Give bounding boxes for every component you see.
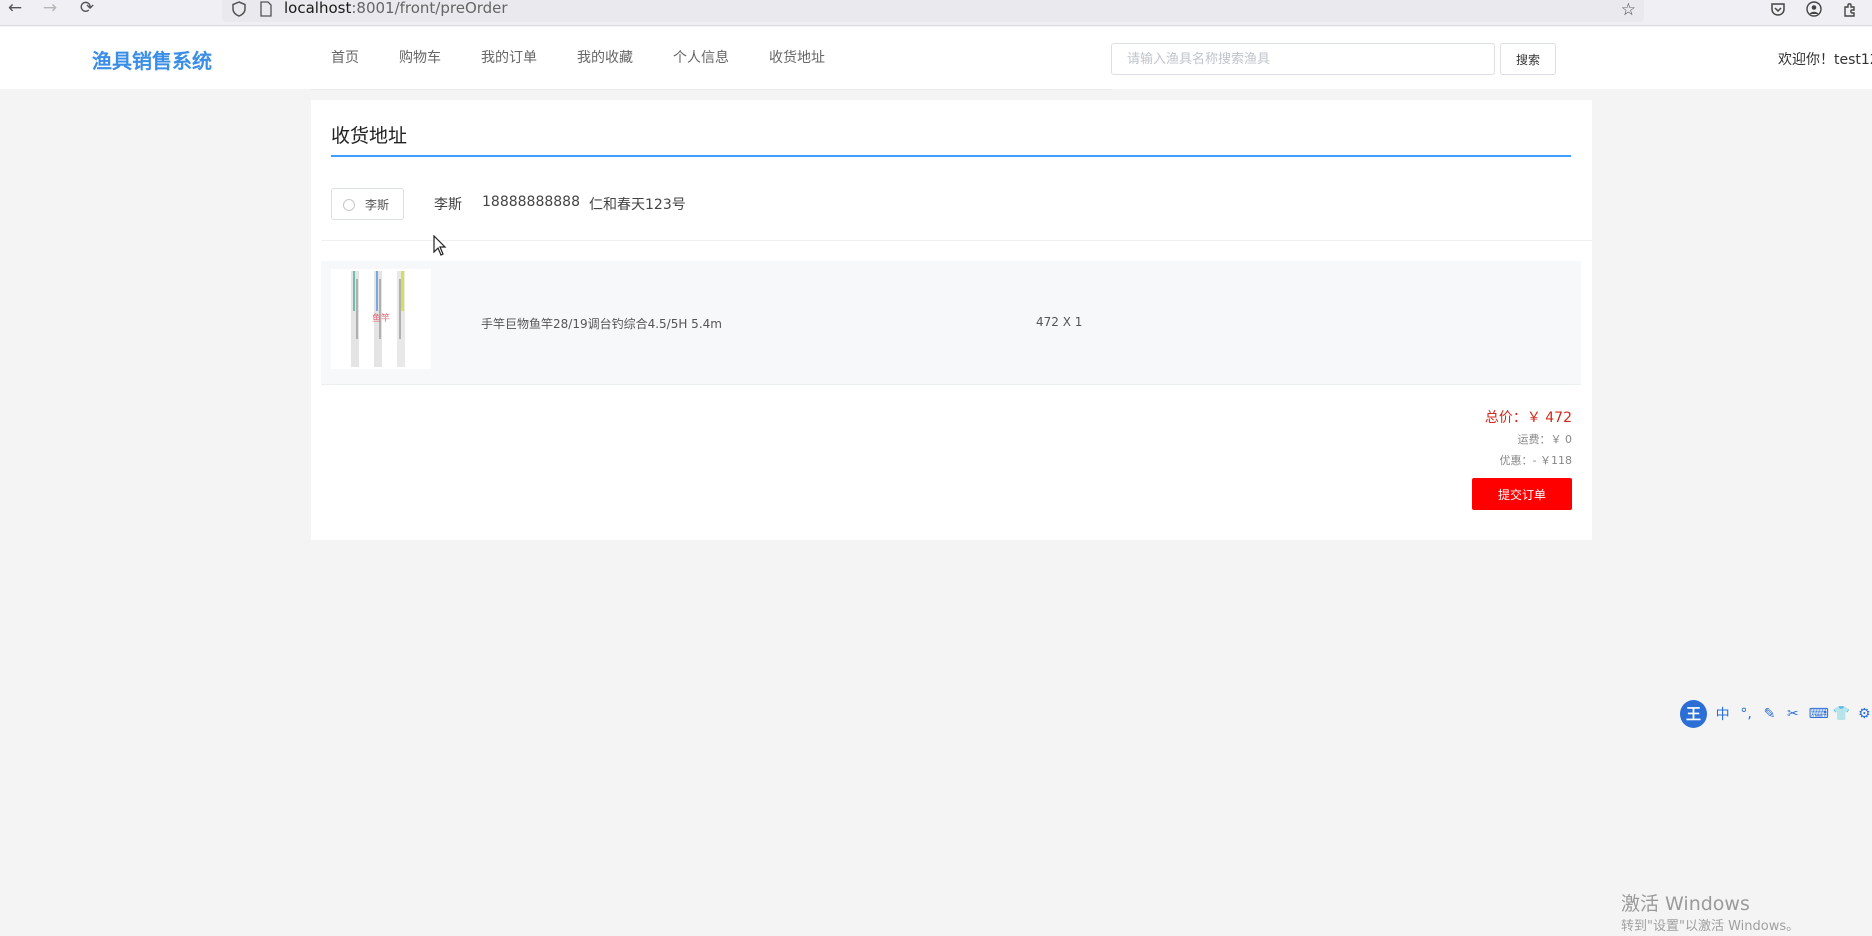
account-icon[interactable]: [1806, 1, 1822, 17]
nav-home[interactable]: 首页: [331, 27, 359, 89]
ime-toolbar: 王 中 °, ✎ ✂ ⌨ 👕 ⚙: [1680, 700, 1872, 728]
address-radio[interactable]: 李斯: [331, 188, 404, 220]
address-name: 李斯: [434, 197, 462, 213]
pocket-icon[interactable]: [1770, 2, 1786, 17]
pre-order-panel: 收货地址 李斯 李斯 18888888888 仁和春天123号 鱼竿 手竿巨物鱼…: [311, 100, 1592, 540]
windows-activation-subtitle: 转到"设置"以激活 Windows。: [1621, 919, 1800, 934]
ime-keyboard-icon[interactable]: ⌨: [1809, 706, 1829, 722]
address-bar[interactable]: localhost:8001/front/preOrder ☆: [222, 0, 1644, 22]
shield-icon: [232, 1, 246, 17]
ime-chinese-mode-icon[interactable]: 中: [1715, 704, 1730, 724]
total-price: 总价：￥ 472: [1484, 410, 1572, 426]
ime-settings-icon[interactable]: ⚙: [1857, 706, 1872, 722]
fishing-rod-image-icon: 鱼竿: [331, 269, 431, 369]
product-thumb-label: 鱼竿: [372, 312, 390, 324]
ime-handwriting-icon[interactable]: ✎: [1762, 706, 1777, 722]
back-arrow-icon[interactable]: ←: [3, 0, 27, 18]
section-title: 收货地址: [331, 125, 408, 147]
search-button[interactable]: 搜索: [1500, 43, 1556, 75]
shipping-fee: 运费：￥ 0: [1517, 433, 1573, 446]
url-host: localhost: [284, 0, 352, 17]
ime-skin-icon[interactable]: 👕: [1833, 706, 1850, 722]
nav-my-favorites[interactable]: 我的收藏: [577, 27, 633, 89]
address-phone: 18888888888: [482, 194, 580, 210]
site-logo[interactable]: 渔具销售系统: [92, 45, 212, 74]
radio-circle-icon[interactable]: [343, 199, 355, 211]
header-divider: [310, 89, 1112, 90]
mouse-cursor-icon: [433, 235, 447, 256]
discount-amount: 优惠：- ￥118: [1499, 454, 1572, 467]
ime-punctuation-icon[interactable]: °,: [1738, 706, 1753, 722]
page-icon: [260, 1, 272, 17]
main-nav: 首页 购物车 我的订单 我的收藏 个人信息 收货地址: [331, 27, 865, 89]
search-input[interactable]: [1111, 43, 1495, 75]
forward-arrow-icon[interactable]: →: [38, 0, 62, 18]
url-path: :8001/front/preOrder: [351, 0, 508, 17]
product-image[interactable]: 鱼竿: [331, 269, 431, 369]
product-price-qty: 472 X 1: [1036, 315, 1083, 329]
reload-icon[interactable]: ⟳: [75, 0, 99, 18]
nav-profile[interactable]: 个人信息: [673, 27, 729, 89]
submit-order-button[interactable]: 提交订单: [1472, 478, 1572, 510]
order-item-row: 鱼竿 手竿巨物鱼竿28/19调台钓综合4.5/5H 5.4m 472 X 1: [321, 261, 1581, 385]
ime-logo-icon[interactable]: 王: [1680, 700, 1707, 728]
nav-my-orders[interactable]: 我的订单: [481, 27, 537, 89]
ime-scissors-icon[interactable]: ✂: [1785, 706, 1800, 722]
address-detail: 仁和春天123号: [589, 197, 686, 213]
bookmark-star-icon[interactable]: ☆: [1621, 0, 1636, 20]
extensions-icon[interactable]: [1842, 1, 1858, 17]
address-radio-label: 李斯: [365, 198, 390, 212]
url-text[interactable]: localhost:8001/front/preOrder: [284, 0, 508, 17]
address-divider: [321, 240, 1592, 241]
browser-toolbar: ← → ⟳ localhost:8001/front/preOrder ☆: [0, 0, 1872, 26]
welcome-text[interactable]: 欢迎你！test12: [1778, 49, 1872, 69]
nav-address[interactable]: 收货地址: [769, 27, 825, 89]
windows-activation-title: 激活 Windows: [1621, 893, 1750, 915]
product-name[interactable]: 手竿巨物鱼竿28/19调台钓综合4.5/5H 5.4m: [481, 315, 722, 332]
title-divider: [331, 155, 1571, 157]
nav-cart[interactable]: 购物车: [399, 27, 441, 89]
site-header: 渔具销售系统 首页 购物车 我的订单 我的收藏 个人信息 收货地址 搜索 欢迎你…: [0, 27, 1872, 89]
